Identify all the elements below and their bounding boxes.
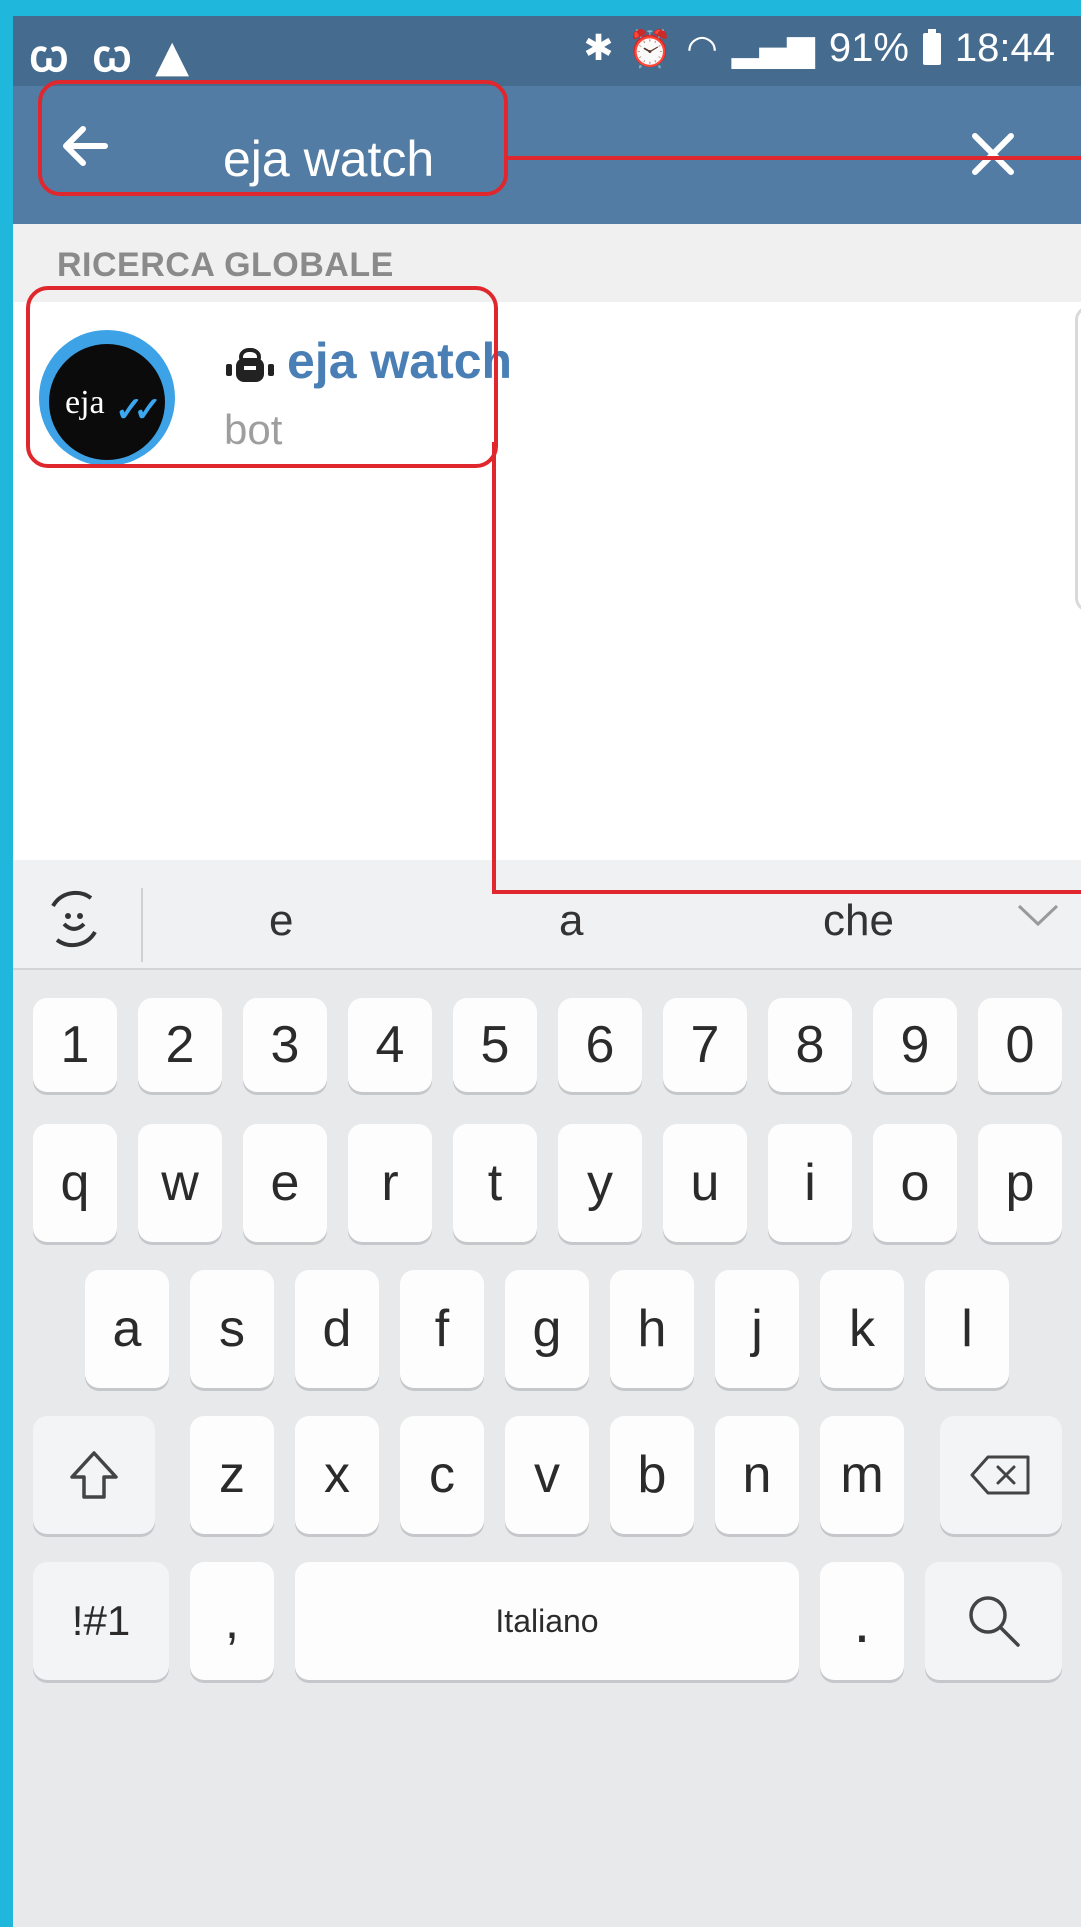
key-w[interactable]: w: [138, 1124, 222, 1242]
comma-key[interactable]: ,: [190, 1562, 274, 1680]
key-m[interactable]: m: [820, 1416, 904, 1534]
key-g[interactable]: g: [505, 1270, 589, 1388]
avatar-watch-face: eja ✓✓: [49, 344, 165, 460]
bluetooth-icon: ✱: [583, 28, 614, 69]
phone-screen: ꞷ ꞷ ▲ ✱ ⏰ ◠ ▂▄▆ 91% 18:44 eja watch RICE…: [13, 16, 1081, 1927]
key-c[interactable]: c: [400, 1416, 484, 1534]
key-h[interactable]: h: [610, 1270, 694, 1388]
status-bar: ꞷ ꞷ ▲ ✱ ⏰ ◠ ▂▄▆ 91% 18:44: [13, 16, 1081, 86]
section-header: RICERCA GLOBALE: [13, 224, 1081, 302]
key-9[interactable]: 9: [873, 998, 957, 1092]
key-7[interactable]: 7: [663, 998, 747, 1092]
key-z[interactable]: z: [190, 1416, 274, 1534]
key-3[interactable]: 3: [243, 998, 327, 1092]
key-i[interactable]: i: [768, 1124, 852, 1242]
key-j[interactable]: j: [715, 1270, 799, 1388]
key-4[interactable]: 4: [348, 998, 432, 1092]
chevron-down-icon[interactable]: [1015, 900, 1061, 930]
key-x[interactable]: x: [295, 1416, 379, 1534]
key-k[interactable]: k: [820, 1270, 904, 1388]
emoji-icon[interactable]: [41, 886, 107, 952]
close-icon[interactable]: [965, 126, 1021, 182]
symbols-key[interactable]: !#1: [33, 1562, 169, 1680]
key-n[interactable]: n: [715, 1416, 799, 1534]
shift-icon: [70, 1451, 118, 1499]
space-key[interactable]: Italiano: [295, 1562, 799, 1680]
key-6[interactable]: 6: [558, 998, 642, 1092]
key-8[interactable]: 8: [768, 998, 852, 1092]
key-u[interactable]: u: [663, 1124, 747, 1242]
key-2[interactable]: 2: [138, 998, 222, 1092]
signal-icon: ▂▄▆: [731, 28, 815, 69]
key-p[interactable]: p: [978, 1124, 1062, 1242]
avatar-logo-check: ✓✓: [115, 391, 162, 429]
key-t[interactable]: t: [453, 1124, 537, 1242]
result-callout-line-vertical: [492, 442, 496, 894]
suggestion-2[interactable]: a: [559, 896, 583, 946]
wifi-icon: ◠: [686, 28, 718, 69]
partial-card: [1075, 306, 1081, 612]
period-key[interactable]: .: [820, 1562, 904, 1680]
search-app-bar: eja watch: [13, 86, 1081, 224]
shift-key[interactable]: [33, 1416, 155, 1534]
clock: 18:44: [954, 26, 1055, 70]
key-1[interactable]: 1: [33, 998, 117, 1092]
result-subtitle: bot: [224, 406, 283, 453]
avatar: eja ✓✓: [39, 330, 175, 466]
backspace-key[interactable]: [940, 1416, 1062, 1534]
key-0[interactable]: 0: [978, 998, 1062, 1092]
key-v[interactable]: v: [505, 1416, 589, 1534]
key-d[interactable]: d: [295, 1270, 379, 1388]
search-icon: [968, 1596, 1020, 1647]
onscreen-keyboard: e a che 1 2 3 4 5 6 7 8 9 0 q w e r t y …: [13, 860, 1081, 1927]
backspace-icon: [970, 1455, 1030, 1495]
search-result-item[interactable]: eja ✓✓ eja watch bot: [13, 302, 1081, 492]
key-5[interactable]: 5: [453, 998, 537, 1092]
search-input[interactable]: eja watch: [223, 130, 434, 188]
back-arrow-icon[interactable]: [55, 116, 115, 176]
key-o[interactable]: o: [873, 1124, 957, 1242]
key-e[interactable]: e: [243, 1124, 327, 1242]
key-q[interactable]: q: [33, 1124, 117, 1242]
battery-percent: 91%: [828, 26, 909, 70]
suggestion-1[interactable]: e: [269, 896, 293, 946]
key-a[interactable]: a: [85, 1270, 169, 1388]
alarm-icon: ⏰: [627, 28, 673, 70]
suggestion-3[interactable]: che: [823, 896, 894, 946]
result-name: eja watch: [287, 333, 513, 389]
key-l[interactable]: l: [925, 1270, 1009, 1388]
search-key[interactable]: [925, 1562, 1062, 1680]
key-b[interactable]: b: [610, 1416, 694, 1534]
section-title: RICERCA GLOBALE: [57, 246, 394, 284]
key-y[interactable]: y: [558, 1124, 642, 1242]
notification-icons: ꞷ ꞷ ▲: [29, 31, 194, 82]
bot-icon: [226, 348, 274, 382]
status-indicators: ✱ ⏰ ◠ ▂▄▆ 91% 18:44: [583, 26, 1055, 71]
avatar-logo-text: eja: [65, 384, 105, 421]
key-r[interactable]: r: [348, 1124, 432, 1242]
suggestion-divider: [141, 888, 143, 962]
battery-icon: [922, 28, 941, 65]
key-f[interactable]: f: [400, 1270, 484, 1388]
key-s[interactable]: s: [190, 1270, 274, 1388]
suggestion-bar: e a che: [13, 860, 1081, 970]
